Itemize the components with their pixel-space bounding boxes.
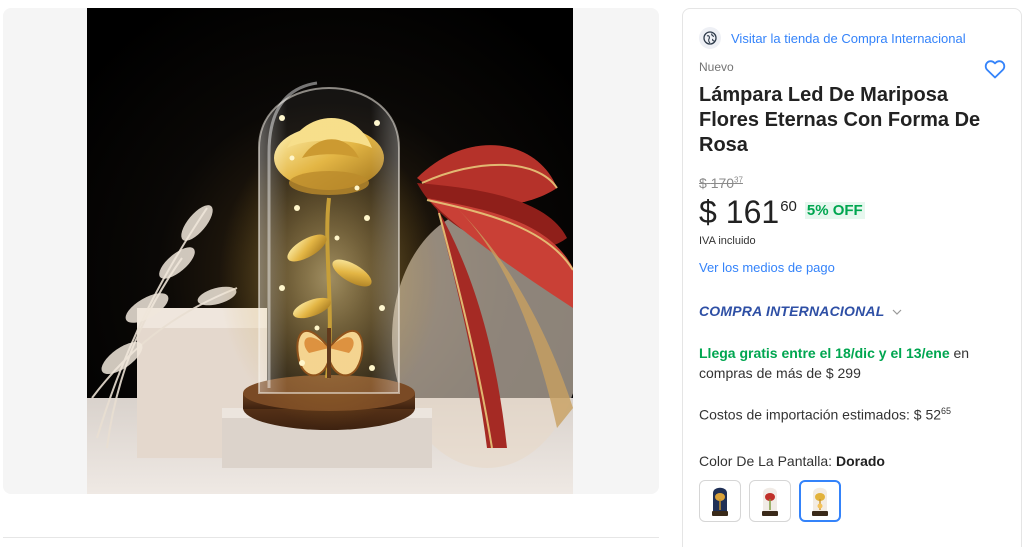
price-integer: 161 — [725, 194, 780, 230]
shipping-info: Llega gratis entre el 18/dic y el 13/ene… — [699, 343, 1009, 383]
chevron-down-icon — [892, 302, 902, 320]
price-currency: $ — [699, 194, 717, 230]
store-row: Visitar la tienda de Compra Internaciona… — [699, 27, 966, 49]
color-selected-value: Dorado — [835, 453, 885, 469]
original-price: $ 17037 — [699, 175, 743, 191]
product-gallery — [3, 8, 659, 494]
import-costs-cents: 65 — [941, 406, 952, 416]
product-condition: Nuevo — [699, 60, 734, 74]
heart-outline-icon — [984, 60, 1006, 79]
color-selector-label: Color De La Pantalla: Dorado — [699, 453, 885, 469]
section-divider — [3, 537, 659, 538]
import-costs-currency: $ — [913, 406, 922, 423]
color-swatch-blue[interactable] — [699, 480, 741, 522]
color-swatch-gold[interactable] — [799, 480, 841, 522]
gold-lamp-swatch — [812, 487, 828, 516]
original-price-integer: 170 — [710, 175, 735, 191]
shipping-free-text: Llega gratis entre el — [699, 345, 836, 361]
product-photo-illustration — [87, 8, 573, 494]
payment-methods-link[interactable]: Ver los medios de pago — [699, 260, 835, 275]
blue-lamp-swatch — [712, 487, 728, 516]
international-label: COMPRA INTERNACIONAL — [699, 303, 885, 319]
visit-store-link[interactable]: Visitar la tienda de Compra Internaciona… — [731, 31, 966, 46]
price-cents: 60 — [780, 198, 797, 215]
international-dropdown[interactable]: COMPRA INTERNACIONAL — [699, 302, 902, 320]
product-image[interactable] — [87, 8, 573, 494]
red-lamp-swatch — [762, 487, 778, 516]
import-costs: Costos de importación estimados: $ 5265 — [699, 406, 951, 423]
shipping-date-end: 13/ene — [906, 345, 950, 361]
color-label: Color De La Pantalla: — [699, 453, 836, 469]
color-swatches — [699, 480, 841, 522]
globe-icon — [699, 27, 721, 49]
discount-badge: 5% OFF — [804, 202, 865, 219]
current-price: $ 161 60 5% OFF — [699, 192, 865, 232]
tax-note: IVA incluido — [699, 235, 756, 247]
buy-box: Visitar la tienda de Compra Internaciona… — [682, 8, 1022, 547]
original-price-cents: 37 — [734, 175, 743, 185]
shipping-and-text: y el — [874, 345, 907, 361]
import-costs-label: Costos de importación estimados: — [699, 406, 914, 423]
import-costs-integer: 52 — [925, 406, 942, 423]
product-title: Lámpara Led De Mariposa Flores Eternas C… — [699, 84, 981, 156]
favorite-button[interactable] — [983, 57, 1007, 81]
original-price-currency: $ — [699, 175, 707, 191]
color-swatch-red[interactable] — [749, 480, 791, 522]
shipping-date-start: 18/dic — [835, 345, 875, 361]
